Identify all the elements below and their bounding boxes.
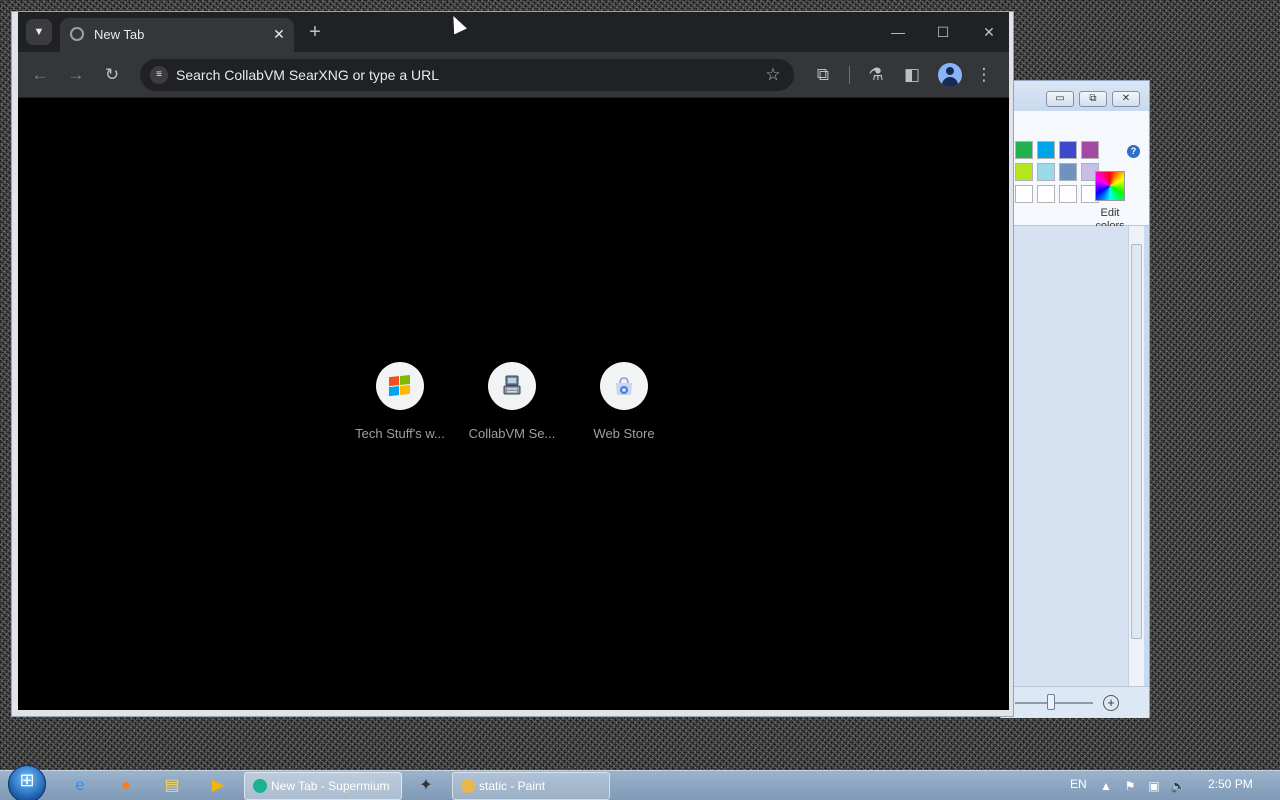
shortcut-icon-circle[interactable] xyxy=(376,362,424,410)
show-hidden-icons-icon[interactable]: ▲ xyxy=(1098,778,1114,794)
site-info-icon[interactable]: ≡ xyxy=(150,66,168,84)
browser-toolbar: ← → ↻ ≡ Search CollabVM SearXNG or type … xyxy=(18,52,1009,98)
side-panel-icon[interactable]: ◧ xyxy=(900,63,924,87)
paint-restore-button[interactable]: ⧉ xyxy=(1079,91,1107,107)
address-bar-placeholder[interactable]: Search CollabVM SearXNG or type a URL xyxy=(176,67,439,83)
internet-explorer-icon[interactable]: e xyxy=(68,774,92,798)
back-icon[interactable]: ← xyxy=(28,63,52,87)
paint-status-bar: + xyxy=(1001,686,1149,718)
paint-canvas-area[interactable] xyxy=(1001,226,1131,686)
shortcut-tile[interactable]: Web Store xyxy=(568,362,680,452)
profile-avatar-icon[interactable] xyxy=(938,63,962,87)
taskbar: e ● ▤ ▶ New Tab - Supermium ✦ static - P… xyxy=(0,765,1280,800)
zoom-slider-thumb[interactable] xyxy=(1047,694,1055,710)
scrollbar-thumb[interactable] xyxy=(1131,244,1142,639)
color-swatch[interactable] xyxy=(1015,163,1033,181)
tab-title: New Tab xyxy=(94,27,145,42)
taskbar-task-paint[interactable]: static - Paint xyxy=(452,772,610,800)
address-bar[interactable]: ≡ Search CollabVM SearXNG or type a URL … xyxy=(140,59,794,91)
forward-icon[interactable]: → xyxy=(64,63,88,87)
taskbar-task-label: New Tab - Supermium xyxy=(271,779,390,793)
help-icon[interactable]: ? xyxy=(1127,145,1140,158)
color-swatch[interactable] xyxy=(1015,141,1033,159)
tab-strip[interactable]: ▼ New Tab ✕ + — ☐ ✕ xyxy=(18,12,1009,52)
minimize-button[interactable]: — xyxy=(883,20,913,44)
shortcut-tile[interactable]: CollabVM Se... xyxy=(456,362,568,452)
paint-titlebar[interactable]: ▭ ⧉ ✕ xyxy=(1001,81,1149,111)
clock[interactable]: 2:50 PM xyxy=(1208,777,1253,791)
windows-logo-icon xyxy=(389,374,411,397)
close-button[interactable]: ✕ xyxy=(974,20,1004,44)
globe-icon xyxy=(70,27,84,41)
color-swatch[interactable] xyxy=(1059,185,1077,203)
new-tab-button[interactable]: + xyxy=(304,21,326,43)
shortcut-label[interactable]: Tech Stuff's w... xyxy=(344,426,456,441)
new-tab-page: Tech Stuff's w... CollabVM Se... Web Sto… xyxy=(18,98,1009,710)
edit-colors-icon[interactable] xyxy=(1095,171,1125,201)
taskbar-task-supermium[interactable]: New Tab - Supermium xyxy=(244,772,402,800)
bookmark-star-icon[interactable]: ☆ xyxy=(762,64,784,86)
paint-ribbon: ? Edit colors xyxy=(1001,111,1149,232)
browser-window: ▼ New Tab ✕ + — ☐ ✕ ← → ↻ ≡ Search Colla… xyxy=(11,11,1014,717)
color-swatch[interactable] xyxy=(1037,163,1055,181)
maximize-button[interactable]: ☐ xyxy=(928,20,958,44)
paint-window: ▭ ⧉ ✕ ? Edit colors + xyxy=(1000,80,1150,718)
language-indicator[interactable]: EN xyxy=(1070,777,1087,791)
shortcut-icon-circle[interactable] xyxy=(488,362,536,410)
color-swatch[interactable] xyxy=(1059,163,1077,181)
paint-minimize-button[interactable]: ▭ xyxy=(1046,91,1074,107)
tab-search-button[interactable]: ▼ xyxy=(26,19,52,45)
extensions-icon[interactable]: ⧉ xyxy=(811,63,835,87)
reload-icon[interactable]: ↻ xyxy=(100,63,124,87)
toolbar-separator xyxy=(849,66,850,84)
menu-kebab-icon[interactable]: ⋮ xyxy=(972,63,996,87)
file-explorer-icon[interactable]: ▤ xyxy=(160,774,184,798)
start-button[interactable] xyxy=(8,765,46,800)
color-swatch[interactable] xyxy=(1037,185,1055,203)
shortcut-tile[interactable]: Tech Stuff's w... xyxy=(344,362,456,452)
media-player-icon[interactable]: ▶ xyxy=(206,774,230,798)
web-store-icon xyxy=(616,377,632,395)
network-icon[interactable]: ▣ xyxy=(1146,778,1162,794)
labs-flask-icon[interactable]: ⚗ xyxy=(864,63,888,87)
firefox-icon[interactable]: ● xyxy=(114,774,138,798)
utility-app-icon[interactable]: ✦ xyxy=(414,774,438,798)
tab-new-tab[interactable]: New Tab ✕ xyxy=(60,18,294,52)
paint-icon xyxy=(461,779,475,793)
action-center-flag-icon[interactable]: ⚑ xyxy=(1122,778,1138,794)
shortcut-label[interactable]: CollabVM Se... xyxy=(456,426,568,441)
shortcut-label[interactable]: Web Store xyxy=(568,426,680,441)
tab-close-button[interactable]: ✕ xyxy=(270,25,288,43)
zoom-in-button[interactable]: + xyxy=(1103,695,1119,711)
taskbar-task-label: static - Paint xyxy=(479,779,546,793)
collabvm-icon xyxy=(503,375,521,395)
volume-muted-icon[interactable]: 🔈 xyxy=(1170,778,1186,794)
shortcut-icon-circle[interactable] xyxy=(600,362,648,410)
paint-vertical-scrollbar[interactable] xyxy=(1128,226,1144,686)
color-swatch[interactable] xyxy=(1059,141,1077,159)
supermium-icon xyxy=(253,779,267,793)
color-swatch[interactable] xyxy=(1081,141,1099,159)
color-swatch[interactable] xyxy=(1015,185,1033,203)
color-swatch[interactable] xyxy=(1037,141,1055,159)
paint-close-button[interactable]: ✕ xyxy=(1112,91,1140,107)
